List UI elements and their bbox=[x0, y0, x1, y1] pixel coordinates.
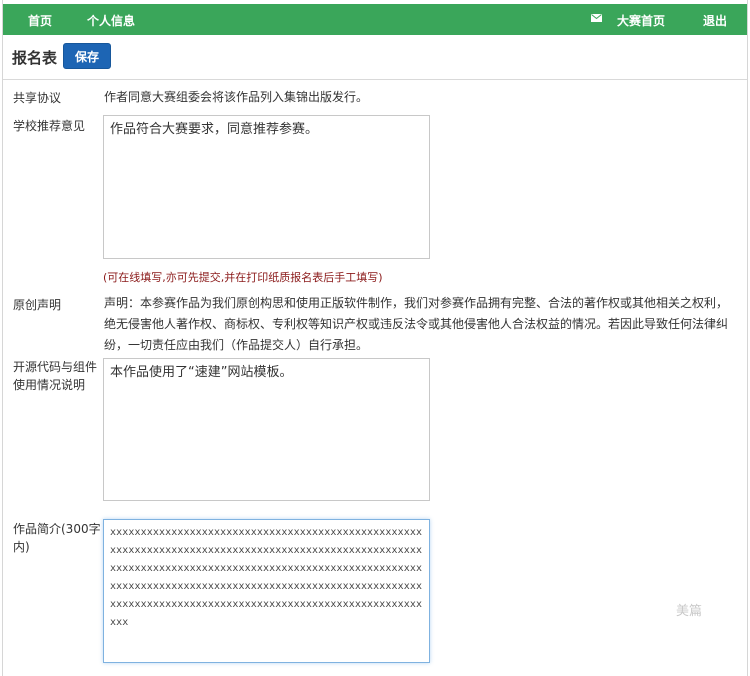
intro-textarea[interactable]: xxxxxxxxxxxxxxxxxxxxxxxxxxxxxxxxxxxxxxxx… bbox=[103, 519, 430, 663]
open-source-textarea[interactable]: 本作品使用了“速建”网站模板。 bbox=[103, 358, 430, 501]
originality-label: 原创声明 bbox=[13, 298, 62, 312]
form-header: 报名表 保存 bbox=[3, 35, 747, 80]
nav-profile-link[interactable]: 个人信息 bbox=[87, 12, 135, 29]
watermark: 美篇 bbox=[676, 604, 703, 619]
envelope-icon[interactable] bbox=[591, 14, 602, 22]
page-title: 报名表 bbox=[12, 49, 58, 67]
save-button[interactable]: 保存 bbox=[63, 43, 111, 69]
intro-label: 作品简介(300字内) bbox=[13, 522, 101, 554]
nav-contest-home-link[interactable]: 大赛首页 bbox=[617, 12, 665, 29]
school-recommendation-textarea[interactable]: 作品符合大赛要求，同意推荐参赛。 bbox=[103, 115, 430, 259]
nav-home-link[interactable]: 首页 bbox=[28, 12, 52, 29]
open-source-label: 开源代码与组件使用情况说明 bbox=[13, 360, 98, 392]
top-nav-bar: 首页 个人信息 大赛首页 退出 bbox=[3, 4, 747, 35]
school-recommendation-label: 学校推荐意见 bbox=[13, 119, 86, 133]
share-agreement-text: 作者同意大赛组委会将该作品列入集锦出版发行。 bbox=[104, 90, 369, 104]
school-recommendation-hint: (可在线填写,亦可先提交,并在打印纸质报名表后手工填写) bbox=[103, 271, 383, 284]
originality-text: 声明：本参赛作品为我们原创构思和使用正版软件制作，我们对参赛作品拥有完整、合法的… bbox=[104, 296, 729, 352]
share-agreement-label: 共享协议 bbox=[13, 91, 62, 105]
nav-logout-link[interactable]: 退出 bbox=[703, 12, 727, 29]
